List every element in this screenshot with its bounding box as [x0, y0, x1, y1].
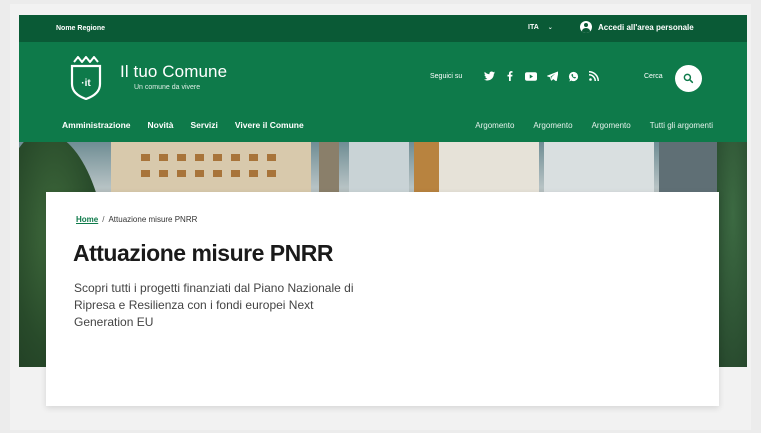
hero-tree: [717, 142, 747, 367]
login-button[interactable]: Accedi all'area personale: [580, 21, 694, 33]
rss-icon[interactable]: [588, 70, 600, 82]
page-description: Scopri tutti i progetti finanziati dal P…: [74, 281, 354, 329]
nav-item-live-the-town[interactable]: Vivere il Comune: [235, 120, 304, 130]
main-nav: Amministrazione Novità Servizi Vivere il…: [62, 120, 321, 130]
breadcrumb: Home / Attuazione misure PNRR: [76, 215, 197, 224]
nav-all-topics[interactable]: Tutti gli argomenti: [650, 121, 713, 130]
site-title[interactable]: Il tuo Comune: [120, 62, 227, 82]
topics-nav: Argomento Argomento Argomento Tutti gli …: [456, 121, 713, 130]
logo-text: ·it: [81, 78, 91, 89]
site-subtitle: Un comune da vivere: [134, 84, 201, 91]
chevron-down-icon: ⌄: [547, 25, 553, 31]
follow-label: Seguici su: [430, 73, 463, 80]
nav-item-services[interactable]: Servizi: [190, 120, 217, 130]
hero-building: [111, 142, 311, 192]
nav-item-administration[interactable]: Amministrazione: [62, 120, 131, 130]
search-label: Cerca: [644, 73, 663, 80]
user-icon: [580, 21, 592, 33]
page-title: Attuazione misure PNRR: [73, 240, 333, 266]
top-bar: Nome Regione ITA ⌄ Accedi all'area person…: [19, 15, 747, 42]
municipality-logo[interactable]: ·it: [69, 56, 103, 100]
search-icon: [683, 73, 694, 84]
hero-building: [414, 142, 439, 192]
nav-topic[interactable]: Argomento: [475, 121, 514, 130]
hero-building: [319, 142, 339, 192]
breadcrumb-separator: /: [102, 215, 105, 224]
breadcrumb-home-link[interactable]: Home: [76, 215, 98, 224]
twitter-icon[interactable]: [483, 70, 495, 82]
site-header: ·it Il tuo Comune Un comune da vivere Se…: [19, 42, 747, 142]
hero-building: [659, 142, 719, 192]
language-label: ITA: [528, 24, 539, 31]
nav-topic[interactable]: Argomento: [533, 121, 572, 130]
search-button[interactable]: [675, 65, 702, 92]
login-label: Accedi all'area personale: [598, 22, 694, 32]
region-link[interactable]: Nome Regione: [56, 25, 105, 32]
hero-building: [439, 142, 539, 192]
social-links: [483, 70, 600, 82]
breadcrumb-current: Attuazione misure PNRR: [108, 215, 198, 224]
nav-item-news[interactable]: Novità: [148, 120, 174, 130]
facebook-icon[interactable]: [504, 70, 516, 82]
nav-topic[interactable]: Argomento: [592, 121, 631, 130]
hero-building: [544, 142, 654, 192]
hero-building: [349, 142, 409, 192]
telegram-icon[interactable]: [546, 70, 558, 82]
language-selector[interactable]: ITA ⌄: [528, 24, 553, 31]
youtube-icon[interactable]: [525, 70, 537, 82]
whatsapp-icon[interactable]: [567, 70, 579, 82]
page-intro-card: Home / Attuazione misure PNRR Attuazione m…: [46, 192, 719, 406]
